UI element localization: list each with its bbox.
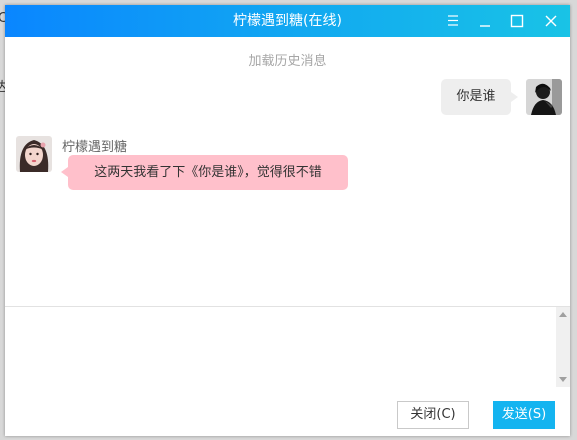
send-button[interactable]: 发送(S) [493, 401, 555, 429]
message-input[interactable] [5, 307, 556, 387]
my-avatar[interactable] [526, 79, 562, 115]
maximize-button[interactable] [501, 5, 533, 37]
maximize-icon [510, 14, 524, 28]
message-area[interactable]: 加载历史消息 你是谁 柠檬遇到糖 这两天我看了下《你是谁》，觉得很不错 [5, 37, 570, 306]
load-history-link[interactable]: 加载历史消息 [5, 50, 570, 69]
scroll-up-arrow-icon[interactable] [559, 312, 567, 317]
input-scrollbar[interactable] [556, 307, 570, 387]
menu-button[interactable] [437, 5, 469, 37]
menu-icon [448, 15, 458, 26]
sent-message-bubble: 你是谁 [441, 79, 518, 115]
title-bar[interactable]: 柠檬遇到糖(在线) [5, 5, 570, 37]
close-button[interactable]: 关闭(C) [397, 401, 469, 429]
scroll-down-arrow-icon[interactable] [559, 377, 567, 382]
close-icon [545, 15, 557, 27]
chat-window: 柠檬遇到糖(在线) 加载历史消息 你是谁 柠檬遇到糖 这两天我看了下《你是谁》，… [5, 5, 570, 436]
close-window-button[interactable] [535, 5, 567, 37]
contact-avatar[interactable] [16, 136, 52, 172]
minimize-icon [480, 25, 490, 27]
received-message-bubble: 这两天我看了下《你是谁》，觉得很不错 [61, 155, 348, 190]
sender-name: 柠檬遇到糖 [62, 140, 128, 155]
my-avatar-image [526, 79, 562, 115]
contact-avatar-image [16, 136, 52, 172]
minimize-button[interactable] [469, 5, 501, 37]
